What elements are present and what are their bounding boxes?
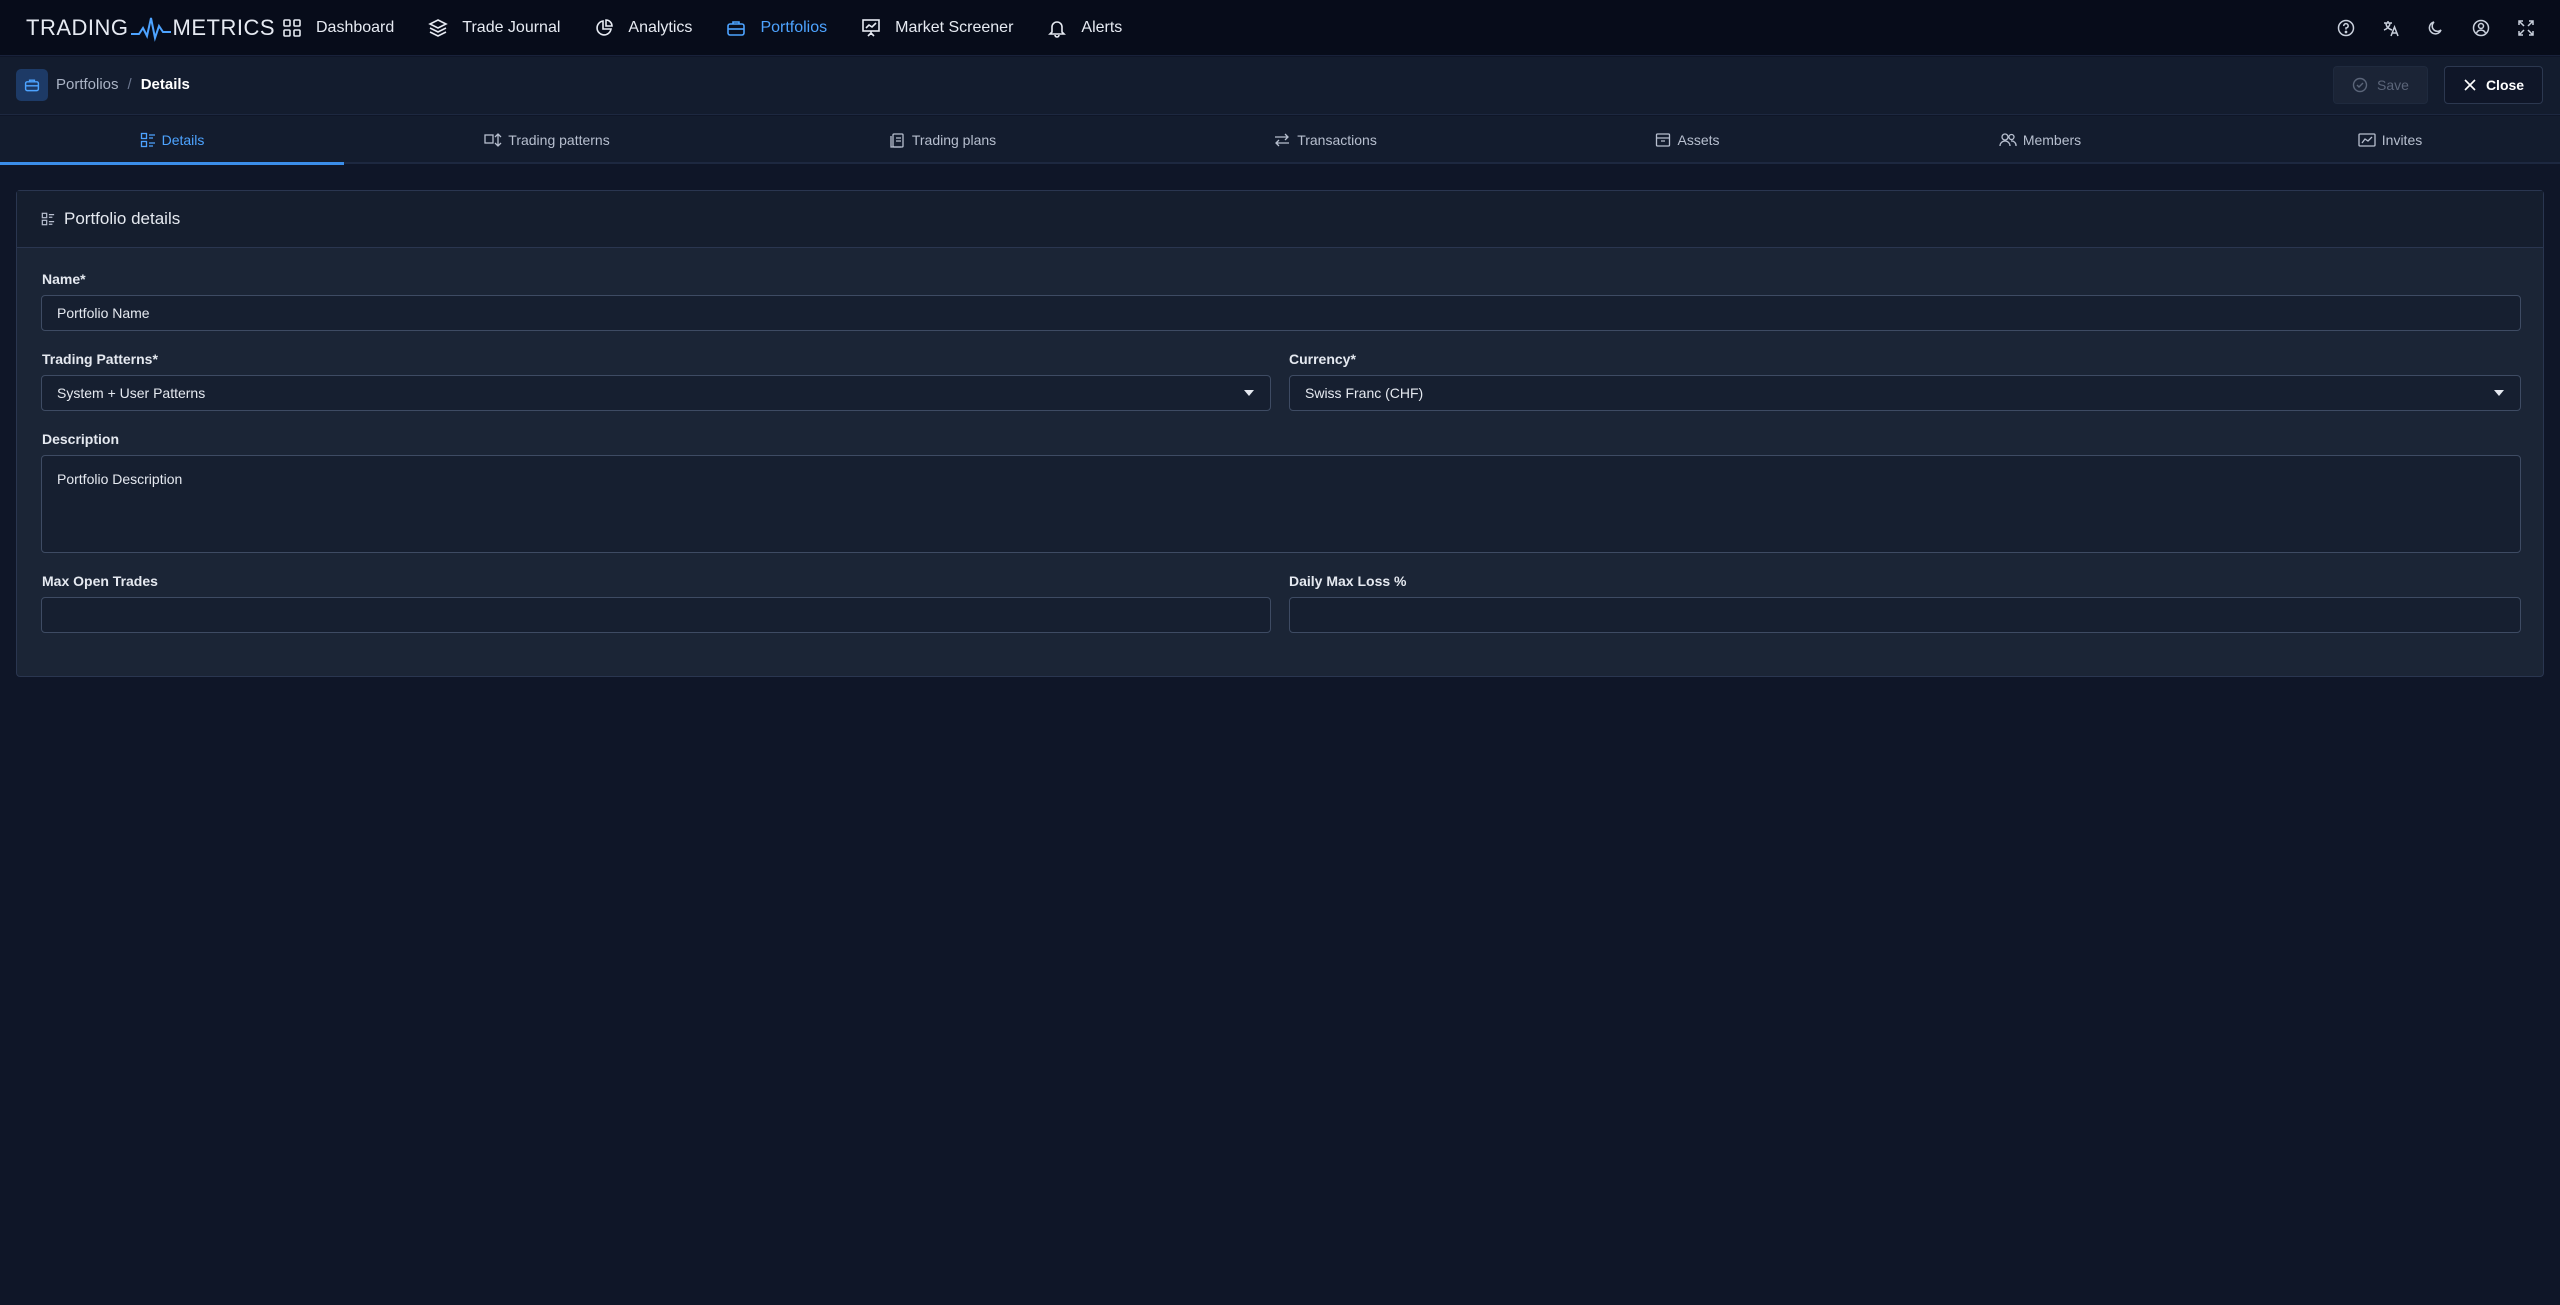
tab-label: Transactions [1297, 132, 1377, 148]
details-icon [41, 212, 55, 226]
breadcrumb-portfolios-link[interactable]: Portfolios [56, 76, 119, 93]
user-icon[interactable] [2471, 18, 2491, 38]
close-label: Close [2485, 77, 2525, 93]
nav-label: Trade Journal [462, 19, 561, 36]
active-tab-indicator [0, 162, 344, 165]
tab-label: Assets [1677, 132, 1720, 148]
tab-label: Trading plans [911, 132, 997, 148]
card-header: Portfolio details [17, 191, 2543, 248]
trading-patterns-value: System + User Patterns [57, 385, 206, 401]
card-title: Portfolio details [64, 209, 181, 228]
tab-invites[interactable]: Invites [2340, 116, 2440, 164]
save-button[interactable]: Save [2333, 66, 2428, 104]
close-button[interactable]: Close [2444, 66, 2543, 104]
breadcrumb-current: Details [140, 76, 190, 93]
tab-assets[interactable]: Assets [1620, 116, 1755, 164]
chevron-down-icon [2494, 390, 2504, 396]
briefcase-icon [727, 21, 746, 36]
tab-label: Details [161, 132, 205, 148]
grid-icon [283, 19, 301, 37]
fullscreen-icon[interactable] [2516, 18, 2536, 38]
name-value: Portfolio Name [57, 305, 150, 321]
mail-icon [2358, 133, 2376, 147]
tab-label: Invites [2381, 132, 2423, 148]
nav-label: Portfolios [760, 19, 828, 36]
save-label: Save [2377, 77, 2409, 93]
transfer-icon [1275, 133, 1290, 147]
presentation-chart-icon [862, 19, 880, 37]
top-navbar: TRADING METRICS Dashboard Trade Journal … [0, 0, 2560, 56]
nav-alerts[interactable]: Alerts [1047, 0, 1122, 56]
nav-dashboard[interactable]: Dashboard [282, 0, 394, 56]
breadcrumb-bar: Portfolios / Details Save Close [0, 57, 2560, 115]
currency-value: Swiss Franc (CHF) [1305, 385, 1424, 401]
breadcrumb: Portfolios / Details [56, 76, 190, 93]
trading-patterns-select[interactable]: System + User Patterns [41, 375, 1271, 411]
tab-trading-patterns[interactable]: Trading patterns [432, 116, 662, 164]
briefcase-icon [16, 69, 48, 101]
nav-trade-journal[interactable]: Trade Journal [428, 0, 560, 56]
daily-max-loss-label: Daily Max Loss % [1289, 573, 1407, 589]
chevron-down-icon [1244, 390, 1254, 396]
daily-max-loss-input[interactable] [1289, 597, 2521, 633]
breadcrumb-separator: / [127, 76, 132, 93]
logo-wave-icon [130, 17, 171, 42]
language-icon[interactable] [2381, 18, 2401, 38]
bell-icon [1048, 21, 1067, 38]
tab-details[interactable]: Details [0, 116, 344, 164]
close-icon [2464, 79, 2476, 91]
plans-icon [890, 133, 904, 148]
help-icon[interactable] [2336, 18, 2356, 38]
name-label: Name* [42, 271, 86, 287]
brand-logo[interactable]: TRADING METRICS [26, 14, 275, 42]
check-circle-icon [2352, 77, 2368, 93]
tab-bar: Details Trading patterns Trading plans T… [0, 116, 2560, 165]
nav-market-screener[interactable]: Market Screener [861, 0, 1013, 56]
tab-label: Trading patterns [508, 132, 610, 148]
nav-analytics[interactable]: Analytics [594, 0, 692, 56]
brand-left: TRADING [26, 15, 129, 40]
nav-portfolios[interactable]: Portfolios [726, 0, 827, 56]
nav-label: Market Screener [895, 19, 1014, 36]
nav-label: Analytics [628, 19, 693, 36]
nav-label: Alerts [1081, 19, 1123, 36]
currency-select[interactable]: Swiss Franc (CHF) [1289, 375, 2521, 411]
tab-transactions[interactable]: Transactions [1220, 116, 1430, 164]
box-icon [1656, 133, 1671, 147]
description-textarea[interactable]: Portfolio Description [41, 455, 2521, 553]
description-label: Description [42, 431, 120, 447]
currency-label: Currency* [1289, 351, 1356, 367]
portfolio-details-card: Portfolio details Name* Portfolio Name T… [16, 190, 2544, 677]
trading-patterns-label: Trading Patterns* [42, 351, 158, 367]
tab-members[interactable]: Members [1980, 116, 2100, 164]
tab-trading-plans[interactable]: Trading plans [838, 116, 1048, 164]
description-value: Portfolio Description [57, 471, 183, 487]
layers-icon [428, 19, 449, 37]
dark-mode-icon[interactable] [2426, 18, 2446, 38]
max-open-trades-input[interactable] [41, 597, 1271, 633]
brand-right: METRICS [172, 15, 275, 40]
users-icon [1999, 133, 2017, 147]
patterns-icon [484, 133, 502, 147]
chart-pie-icon [596, 19, 614, 36]
tab-label: Members [2022, 132, 2082, 148]
details-icon [140, 132, 155, 148]
max-open-trades-label: Max Open Trades [42, 573, 158, 589]
nav-label: Dashboard [316, 19, 395, 36]
name-input[interactable]: Portfolio Name [41, 295, 2521, 331]
